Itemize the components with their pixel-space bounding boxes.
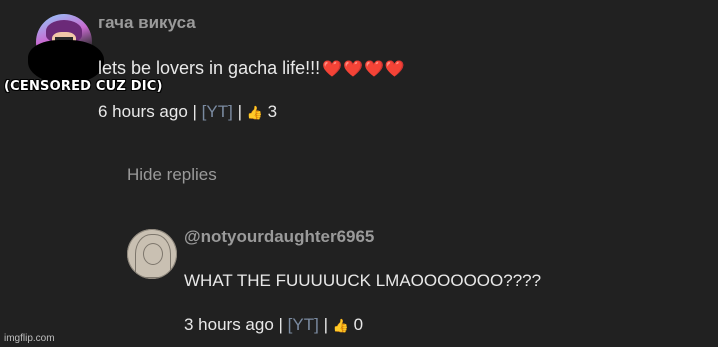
comment-meta: 6 hours ago | [YT] | 👍 3 [98,102,277,122]
comment-thread: (CENSORED CUZ DIC) гача викуса lets be l… [0,0,718,347]
reply-body: WHAT THE FUUUUUCK LMAOOOOOOO???? [184,271,542,290]
yt-link[interactable]: [YT] [288,315,319,334]
like-count: 3 [267,102,278,121]
yt-link[interactable]: [YT] [202,102,233,121]
reply-timestamp: 3 hours ago [184,315,274,334]
censor-scribble [28,40,104,84]
imgflip-watermark: imgflip.com [4,333,55,344]
avatar-sketch-face [143,243,163,265]
reply-author[interactable]: @notyourdaughter6965 [184,227,374,247]
thumbs-up-icon[interactable]: 👍 [247,105,263,120]
meta-separator: | [318,315,333,334]
censor-caption: (CENSORED CUZ DIC) [4,79,163,94]
reply-meta: 3 hours ago | [YT] | 👍 0 [184,315,363,335]
reply-avatar[interactable] [127,229,177,279]
heart-emoji-icons: ❤️❤️❤️❤️ [322,61,406,78]
comment-text: lets be lovers in gacha life!!! [98,58,321,78]
meta-separator: | [187,102,202,121]
comment-author[interactable]: гача викуса [98,13,196,33]
comment-timestamp: 6 hours ago [98,102,188,121]
hide-replies-button[interactable]: Hide replies [127,165,217,185]
thumbs-up-icon[interactable]: 👍 [333,318,349,333]
meta-separator: | [232,102,247,121]
meta-separator: | [273,315,288,334]
comment-body: lets be lovers in gacha life!!! ❤️❤️❤️❤️ [98,58,406,79]
like-count: 0 [353,315,364,334]
